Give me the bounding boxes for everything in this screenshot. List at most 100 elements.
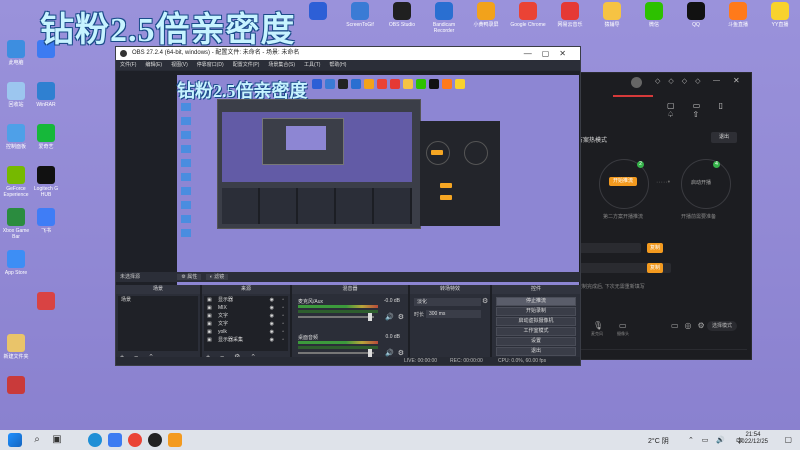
desktop-icon[interactable]: 控制面板 [2,124,30,161]
visibility-icon[interactable]: ◉ [270,296,274,304]
lock-icon[interactable]: ▫ [282,296,284,304]
avatar[interactable] [631,77,642,88]
lock-icon[interactable]: ▫ [282,304,284,312]
right-circle-label[interactable]: 启动开播 [691,179,711,186]
visibility-icon[interactable]: ◉ [270,320,274,328]
list-item[interactable]: 场景 [118,296,198,304]
filters-button[interactable]: ◐ 滤镜 [205,274,229,280]
visibility-icon[interactable]: ◉ [270,336,274,344]
source-item[interactable]: ▣ yolk ◉ ▫ [204,328,288,336]
obs-taskbar-icon[interactable] [148,433,162,447]
message-icon[interactable]: ▢ ▭ ▯ ♤ ⇧ [667,101,751,119]
menu-item[interactable]: 配置文件(P) [233,62,260,68]
task-view-icon[interactable]: ▣ [50,433,64,447]
desktop-icon[interactable]: 此电脑 [2,40,30,77]
desktop-icon[interactable]: Google Chrome [510,2,546,34]
menu-item[interactable]: 文件(F) [120,62,136,68]
chrome-taskbar-icon[interactable] [128,433,142,447]
visibility-icon[interactable]: ◉ [270,312,274,320]
control-button[interactable]: 工作室模式 [496,327,576,336]
desktop-icon[interactable] [300,2,336,34]
desktop-icon[interactable]: YY直播 [762,2,798,34]
desktop-icon[interactable]: QQ [678,2,714,34]
desktop-icon[interactable]: 猿辅导 [594,2,630,34]
desktop-icon[interactable]: GeForce Experience [2,166,30,203]
clock[interactable]: 21:54 2022/12/25 [738,432,768,446]
menu-item[interactable]: 工具(T) [304,62,320,68]
desktop-icon[interactable]: Xbox Game Bar [2,208,30,245]
desktop-icon[interactable]: WinRAR [32,82,60,119]
control-button[interactable]: 设置 [496,337,576,346]
tray-icons[interactable]: ⌃ ▭ 🔊 [688,436,728,444]
control-button[interactable]: 开始录制 [496,307,576,316]
desktop-icon[interactable]: 飞书 [32,208,60,245]
menu-item[interactable]: 视图(V) [171,62,188,68]
mute-icon[interactable]: 🔊 [385,349,394,357]
visibility-icon[interactable]: ◉ [270,328,274,336]
archive-icon [7,376,25,394]
mute-icon[interactable]: 🔊 [385,313,394,321]
volume-slider[interactable] [298,313,374,321]
camera-icon[interactable]: ▭ [619,321,627,330]
copy-button-2[interactable]: 复制 [647,263,663,273]
mic-icon[interactable]: 🎙 [593,321,603,330]
mode-select-button[interactable]: 选择模式 [707,321,737,331]
properties-button[interactable]: ⚙ 属性 [177,274,202,280]
menu-item[interactable]: 场景集合(S) [268,62,295,68]
assistant-taskbar-icon[interactable] [168,433,182,447]
search-icon[interactable]: ⌕ [30,433,44,447]
source-item[interactable]: ▣ 文字 ◉ ▫ [204,320,288,328]
menu-item[interactable]: 停靠窗口(D) [197,62,224,68]
notification-icon[interactable]: ▢ [784,435,792,444]
source-label: yolk [218,329,227,335]
settings-icon[interactable]: ▭◎⚙ [671,321,711,330]
weather[interactable]: 2°C 阴 [648,436,669,446]
desktop-icon[interactable]: Bandicam Recorder [426,2,462,34]
copy-button-1[interactable]: 复制 [647,243,663,253]
lock-icon[interactable]: ▫ [282,320,284,328]
source-item[interactable]: ▣ MIX ◉ ▫ [204,304,288,312]
desktop-icon[interactable]: 新建文件夹 [2,334,30,371]
desktop-icon[interactable]: 小黄鸭录屏 [468,2,504,34]
desktop-icon[interactable]: 回收站 [2,82,30,119]
desktop-icon[interactable]: 斗鱼直播 [720,2,756,34]
volume-slider[interactable] [298,349,374,357]
desktop-icon[interactable] [32,292,60,329]
feishu-taskbar-icon[interactable] [108,433,122,447]
server-url-field[interactable] [577,243,641,253]
start-icon[interactable] [8,433,22,447]
menu-item[interactable]: 帮助(H) [329,62,346,68]
desktop-icon[interactable]: ScreenToGif [342,2,378,34]
control-button[interactable]: 退出 [496,347,576,356]
transition-select[interactable]: 淡化 [414,298,481,306]
source-item[interactable]: ▣ 文字 ◉ ▫ [204,312,288,320]
window-controls[interactable]: —▢✕ [524,47,576,60]
duration-input[interactable]: 300 ms [426,310,481,318]
transition-settings-icon[interactable]: ⚙ [482,297,488,305]
controls-dock: 控件 停止推流 开始录制 启动虚拟摄像机 工作室模式 设置 退出 [492,285,580,363]
start-stream-button[interactable]: 开始推流 [609,177,637,186]
edge-icon[interactable] [88,433,102,447]
track-settings-icon[interactable]: ⚙ [398,349,404,357]
toolbar-icons[interactable]: ◇◇◇◇ [655,77,709,85]
exit-button[interactable]: 退出 [711,132,737,143]
source-item[interactable]: ▣ 显示器 ◉ ▫ [204,296,288,304]
visibility-icon[interactable]: ◉ [270,304,274,312]
lock-icon[interactable]: ▫ [282,312,284,320]
desktop-icon[interactable]: 爱奇艺 [32,124,60,161]
menu-item[interactable]: 编辑(E) [145,62,162,68]
control-button[interactable]: 停止推流 [496,297,576,306]
source-item[interactable]: ▣ 显示器采集 ◉ ▫ [204,336,288,344]
desktop-icon[interactable] [2,376,30,413]
lock-icon[interactable]: ▫ [282,336,284,344]
lock-icon[interactable]: ▫ [282,328,284,336]
desktop-icon[interactable]: 网易云音乐 [552,2,588,34]
desktop-icon[interactable]: Logitech G HUB [32,166,60,203]
track-settings-icon[interactable]: ⚙ [398,313,404,321]
desktop-icon[interactable]: App Store [2,250,30,287]
desktop-icon[interactable]: 微信 [636,2,672,34]
close-icon[interactable]: ✕ [733,76,740,85]
control-button[interactable]: 启动虚拟摄像机 [496,317,576,326]
minimize-icon[interactable]: — [713,77,720,84]
desktop-icon[interactable]: OBS Studio [384,2,420,34]
